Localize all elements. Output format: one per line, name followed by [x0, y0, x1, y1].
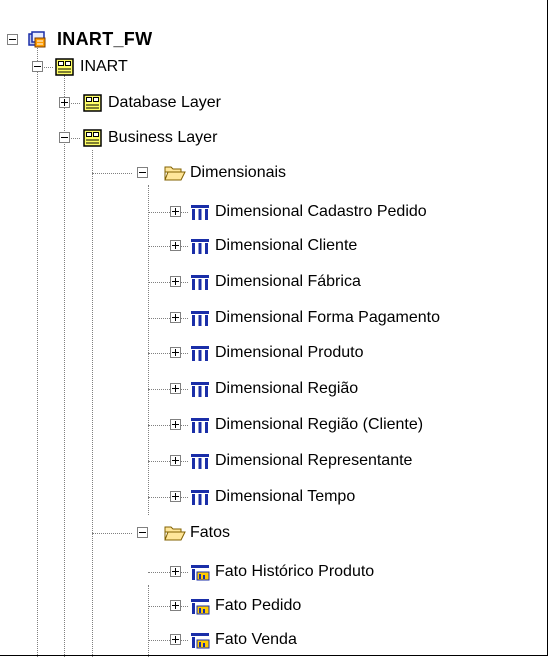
tree-node-label[interactable]: Fato Histórico Produto: [213, 561, 376, 583]
collapse-toggle[interactable]: [7, 34, 18, 45]
tree-node-dimension[interactable]: Dimensional Região: [0, 372, 545, 406]
tree-connector: [148, 318, 188, 319]
collapse-toggle[interactable]: [137, 527, 148, 538]
collapse-toggle[interactable]: [137, 167, 148, 178]
dimension-icon: [190, 309, 210, 327]
expand-toggle[interactable]: [170, 240, 181, 251]
tree-connector: [148, 246, 188, 247]
tree-connector: [148, 640, 188, 641]
tree-node-dimension[interactable]: Dimensional Fábrica: [0, 265, 545, 299]
expand-toggle[interactable]: [170, 419, 181, 430]
tree-node-fact[interactable]: Fato Pedido: [0, 589, 545, 623]
tree-node-fact[interactable]: Fato Venda: [0, 623, 545, 657]
tree-node-dimension[interactable]: Dimensional Tempo: [0, 480, 545, 514]
expand-toggle[interactable]: [170, 491, 181, 502]
fact-icon: [190, 597, 210, 615]
tree-connector: [92, 533, 132, 534]
tree-node-dimension[interactable]: Dimensional Região (Cliente): [0, 408, 545, 442]
tree-node-label[interactable]: Dimensional Representante: [213, 450, 414, 472]
fact-icon: [190, 631, 210, 649]
tree-node-label[interactable]: Dimensional Região (Cliente): [213, 414, 425, 436]
tree-node-label[interactable]: Dimensionais: [188, 162, 288, 184]
expand-toggle[interactable]: [170, 566, 181, 577]
tree-connector: [148, 212, 188, 213]
collapse-toggle[interactable]: [59, 132, 70, 143]
dimension-icon: [190, 452, 210, 470]
tree-node-fact[interactable]: Fato Histórico Produto: [0, 555, 545, 589]
tree-node-dimensionais[interactable]: Dimensionais: [0, 156, 545, 190]
tree-node-fatos[interactable]: Fatos: [0, 516, 545, 550]
tree-node-label[interactable]: Business Layer: [106, 127, 219, 149]
tree-node-dimension[interactable]: Dimensional Cadastro Pedido: [0, 195, 545, 229]
tree-node-dimension[interactable]: Dimensional Forma Pagamento: [0, 301, 545, 335]
namespace-icon: [55, 58, 75, 76]
tree-node-label[interactable]: Database Layer: [106, 92, 223, 114]
tree-node-label[interactable]: Dimensional Tempo: [213, 486, 357, 508]
tree-node-label[interactable]: INART_FW: [55, 28, 154, 50]
tree-connector: [148, 282, 188, 283]
package-icon: [27, 31, 47, 49]
expand-toggle[interactable]: [59, 97, 70, 108]
tree-node-dimension[interactable]: Dimensional Cliente: [0, 229, 545, 263]
tree-connector: [148, 353, 188, 354]
tree-node-dimension[interactable]: Dimensional Produto: [0, 336, 545, 370]
tree-node-label[interactable]: Fato Pedido: [213, 595, 303, 617]
fact-icon: [190, 563, 210, 581]
expand-toggle[interactable]: [170, 600, 181, 611]
folder-open-icon: [164, 524, 186, 542]
namespace-icon: [83, 94, 103, 112]
collapse-toggle[interactable]: [32, 61, 43, 72]
tree-node-label[interactable]: Dimensional Região: [213, 378, 360, 400]
tree-node-label[interactable]: Dimensional Cliente: [213, 235, 359, 257]
expand-toggle[interactable]: [170, 206, 181, 217]
tree-node-dimension[interactable]: Dimensional Representante: [0, 444, 545, 478]
expand-toggle[interactable]: [170, 276, 181, 287]
dimension-icon: [190, 203, 210, 221]
dimension-icon: [190, 488, 210, 506]
expand-toggle[interactable]: [170, 383, 181, 394]
tree-node-label[interactable]: Dimensional Cadastro Pedido: [213, 201, 429, 223]
tree-connector: [148, 572, 188, 573]
tree-connector: [148, 606, 188, 607]
tree-node-label[interactable]: INART: [78, 56, 130, 78]
dimension-icon: [190, 273, 210, 291]
tree-node-label[interactable]: Dimensional Produto: [213, 342, 366, 364]
dimension-icon: [190, 380, 210, 398]
dimension-icon: [190, 237, 210, 255]
tree-connector: [148, 497, 188, 498]
tree-node-database-layer[interactable]: Database Layer: [0, 86, 545, 120]
tree-node-label[interactable]: Fatos: [188, 522, 232, 544]
expand-toggle[interactable]: [170, 347, 181, 358]
tree-node-business-layer[interactable]: Business Layer: [0, 121, 545, 155]
tree-connector: [92, 173, 132, 174]
tree-connector: [148, 389, 188, 390]
tree-connector: [148, 461, 188, 462]
tree-node-label[interactable]: Dimensional Forma Pagamento: [213, 307, 442, 329]
dimension-icon: [190, 344, 210, 362]
dimension-icon: [190, 416, 210, 434]
tree-node-label[interactable]: Dimensional Fábrica: [213, 271, 363, 293]
namespace-icon: [83, 129, 103, 147]
expand-toggle[interactable]: [170, 455, 181, 466]
folder-open-icon: [164, 164, 186, 182]
model-tree-panel: INART_FW INART Database Layer Business L…: [0, 0, 548, 657]
expand-toggle[interactable]: [170, 312, 181, 323]
tree-node-inart[interactable]: INART: [0, 50, 545, 84]
expand-toggle[interactable]: [170, 634, 181, 645]
tree-node-label[interactable]: Fato Venda: [213, 629, 299, 651]
tree-connector: [148, 425, 188, 426]
